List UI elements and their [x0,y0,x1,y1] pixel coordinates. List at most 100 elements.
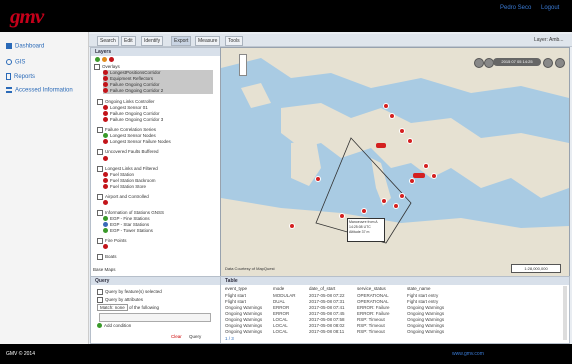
toolbar-measure-button[interactable]: Measure [195,36,221,46]
sidebar-item-gis[interactable]: GIS [6,59,25,66]
column-header[interactable]: service_status [357,286,386,291]
layer-group[interactable]: Uncovered Faults Buffered [97,149,158,155]
add-condition-link[interactable]: Add condition [97,323,131,329]
sidebar-item-accessed-information[interactable]: Accessed Information [6,87,73,94]
layer-item[interactable]: Failure Ongoing Corridor 3 [103,117,163,123]
copyright-text: GMV © 2014 [6,351,35,357]
map-marker[interactable] [399,128,405,134]
table-panel: Table event_type mode date_of_start serv… [220,276,570,344]
user-link[interactable]: Pedro Seco [500,5,531,11]
layers-panel: Layers Overlays LongestPositionsCorridor… [90,47,221,277]
layers-title: Layers [91,48,220,56]
map-marker[interactable] [409,178,415,184]
column-header[interactable]: date_of_start [309,286,335,291]
settings-icon[interactable] [555,58,565,68]
column-header[interactable]: state_name [407,286,431,291]
map-marker[interactable] [289,223,295,229]
checkbox[interactable] [97,149,103,155]
map-popup[interactable]: Manoeuvre from A 14:25:08 UTC Altitude 3… [347,218,385,242]
query-by-attributes-option[interactable]: Query by attributes [97,297,143,303]
sidebar-item-reports[interactable]: Reports [6,73,35,80]
toolbar-edit-button[interactable]: Edit [121,36,136,46]
add-icon [97,323,102,329]
marker-icon [103,105,108,111]
toolbar-export-button[interactable]: Export [171,36,192,46]
footer [0,344,572,364]
query-title: Query [91,277,220,285]
map-marker[interactable] [399,193,405,199]
query-actions: Clear Query [171,334,201,339]
map-canvas[interactable] [221,48,569,276]
edit-layer-icon[interactable] [102,57,107,63]
query-by-feature-option[interactable]: Query by feature(s) selected [97,289,162,295]
zoom-control[interactable] [239,54,247,76]
layers-action-icons[interactable] [95,57,116,63]
layer-item[interactable] [103,244,110,250]
map-marker[interactable] [339,213,345,219]
popup-line: Altitude 37 m [349,230,370,234]
map-marker[interactable] [381,198,387,204]
layer-item[interactable]: Failure Ongoing Corridor 2 [103,88,213,94]
checkbox[interactable] [97,254,103,260]
toolbar-tools-button[interactable]: Tools [225,36,243,46]
top-header [0,0,572,32]
rewind-icon[interactable] [474,58,484,68]
map-marker[interactable] [315,176,321,182]
sidebar: Dashboard GIS Reports Accessed Informati… [0,32,89,344]
marker-icon [103,216,108,222]
time-display: 2015 07 05 14:25 [493,58,541,66]
list-icon [6,87,12,93]
checkbox[interactable] [94,64,100,70]
layer-item[interactable]: EGP - Tower Stations [103,228,153,234]
toolbar-identify-button[interactable]: Identify [141,36,164,46]
layer-group[interactable]: Boats [97,254,117,260]
checkbox[interactable] [97,289,103,295]
layer-item[interactable] [103,156,110,162]
footer-link[interactable]: www.gmv.com [452,351,484,357]
map-marker[interactable] [423,163,429,169]
gis-toolbar: Search Edit Identify Export Measure Tool… [89,34,572,47]
base-maps-group[interactable]: Base Maps [93,267,116,273]
scale-selector[interactable]: 1:28,000,000 [511,264,561,273]
marker-cluster[interactable] [376,143,386,148]
add-layer-icon[interactable] [95,57,100,63]
logout-link[interactable]: Logout [541,5,559,11]
toolbar-layer-label: Layer: Amb... [534,37,564,43]
layer-item[interactable]: Longest Sensor Failure Nodes [103,139,171,145]
layer-item[interactable] [103,200,110,206]
match-row[interactable]: Match: none of the following [97,304,159,311]
marker-icon [103,88,108,94]
map-marker[interactable] [361,208,367,214]
layer-group[interactable]: Fire Points [97,238,127,244]
marker-icon [103,117,108,123]
map-attribution: Data Courtesy of MapQuest [225,266,275,271]
marker-cluster[interactable] [413,173,425,178]
run-query-button[interactable]: Query [189,334,201,339]
column-header[interactable]: event_type [225,286,247,291]
remove-layer-icon[interactable] [109,57,114,63]
toolbar-search-button[interactable]: Search [97,36,119,46]
match-select[interactable]: Match: none [97,304,128,311]
clear-button[interactable]: Clear [171,334,182,339]
marker-icon [103,244,108,250]
map-marker[interactable] [389,113,395,119]
map-marker[interactable] [407,138,413,144]
map-marker[interactable] [383,103,389,109]
column-header[interactable]: mode [273,286,284,291]
marker-icon [103,184,108,190]
table-scrollbar[interactable] [563,286,567,340]
condition-row[interactable] [99,313,211,322]
query-panel: Query Query by feature(s) selected Query… [90,276,221,344]
marker-icon [103,172,108,178]
marker-icon [103,82,108,88]
checkbox[interactable] [97,297,103,303]
table-pager[interactable]: 1 / 3 [225,336,234,341]
layer-item[interactable]: Fuel Station Store [103,184,146,190]
sidebar-item-dashboard[interactable]: Dashboard [6,43,44,50]
map-marker[interactable] [431,173,437,179]
marker-icon [103,111,108,117]
forward-icon[interactable] [543,58,553,68]
map-marker[interactable] [393,203,399,209]
marker-icon [103,228,108,234]
map-view[interactable]: 2015 07 05 14:25 Manoeuvre from A 14:25:… [220,47,570,277]
